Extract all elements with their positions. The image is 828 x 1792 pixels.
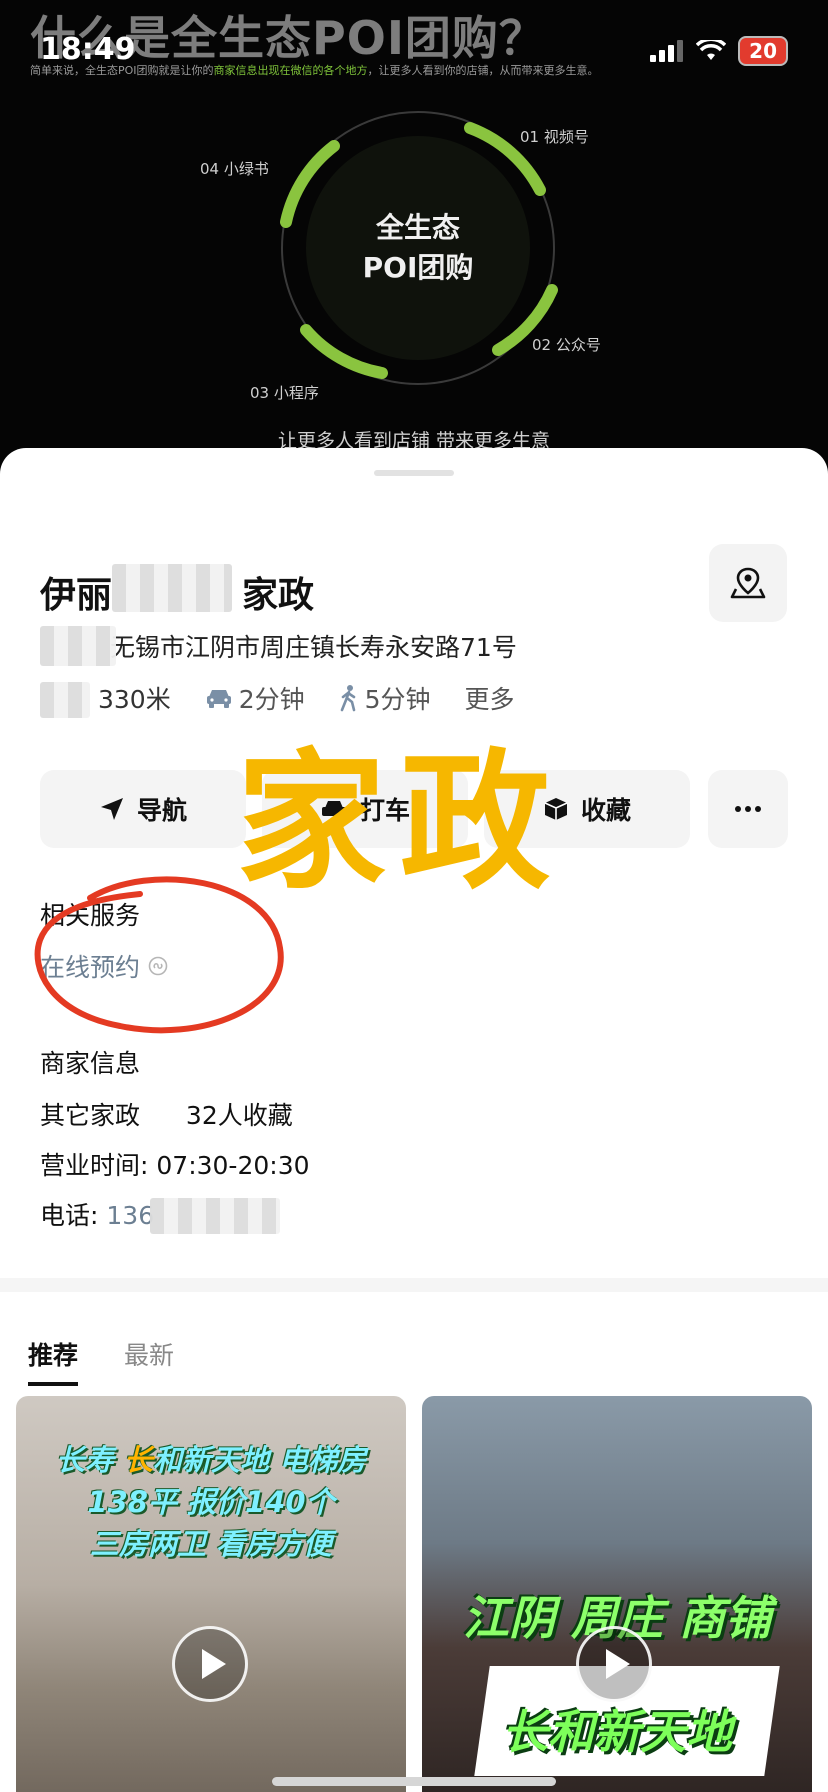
drive-time-value: 2分钟 xyxy=(238,685,305,714)
phone-row[interactable]: 电话: 136 xyxy=(40,1196,154,1232)
ring-label-01: 01 视频号 xyxy=(520,128,589,146)
sheet-grabber[interactable] xyxy=(374,470,454,476)
section-divider xyxy=(0,1278,828,1292)
business-hours-row: 营业时间: 07:30-20:30 xyxy=(40,1146,310,1182)
content-tabs: 推荐 最新 xyxy=(28,1336,174,1386)
poi-detail-sheet[interactable]: 伊丽 家政 无锡市江阴市周庄镇长寿永安路71号 330米 2分钟 5分钟 更多 … xyxy=(0,448,828,1792)
more-dots-icon xyxy=(735,806,761,812)
video-card[interactable]: 长寿 长和新天地 电梯房 138平 报价140个 三房两卫 看房方便 xyxy=(16,1396,406,1792)
video-card[interactable]: 江阴 周庄 商铺 长和新天地 xyxy=(422,1396,812,1792)
card-caption-line2: 138平 报价140个 xyxy=(87,1485,335,1519)
business-hours-value: 07:30-20:30 xyxy=(156,1151,310,1180)
tab-recommended[interactable]: 推荐 xyxy=(28,1336,79,1386)
promo-banner: 什么是全生态POI团购？ 简单来说，全生态POI团购就是让你的商家信息出现在微信… xyxy=(0,0,828,470)
walk-time[interactable]: 5分钟 xyxy=(339,680,431,716)
ring-center-text: 全生态 POI团购 xyxy=(318,208,518,288)
shop-address-text: 无锡市江阴市周庄镇长寿永安路71号 xyxy=(110,633,517,662)
business-hours-label: 营业时间: xyxy=(40,1151,149,1180)
home-indicator[interactable] xyxy=(272,1777,556,1786)
walk-time-value: 5分钟 xyxy=(364,685,431,714)
ring-label-04: 04 小绿书 xyxy=(200,160,269,178)
car-icon xyxy=(206,690,231,708)
more-options-button[interactable] xyxy=(708,770,788,848)
navigate-label: 导航 xyxy=(136,796,187,825)
card-caption-line1-part2: 长 xyxy=(123,1443,153,1477)
merchant-category-row: 其它家政 32人收藏 xyxy=(40,1096,293,1132)
card-caption-line1-part3: 和新天地 电梯房 xyxy=(153,1443,367,1477)
shop-name-part-2: 家政 xyxy=(242,575,315,616)
more-routes-link[interactable]: 更多 xyxy=(465,680,515,716)
distance-row: 330米 2分钟 5分钟 更多 xyxy=(40,680,549,716)
card-caption-line1-part1: 长寿 xyxy=(55,1443,124,1477)
shop-name-part-1: 伊丽 xyxy=(40,575,113,616)
phone-number[interactable]: 136 xyxy=(106,1201,154,1230)
redaction-mosaic xyxy=(40,682,90,718)
card-caption-line1: 长寿 长和新天地 电梯房 xyxy=(16,1440,406,1480)
navigate-button[interactable]: 导航 xyxy=(40,770,246,848)
redaction-mosaic xyxy=(112,564,232,612)
card-caption-line3: 三房两卫 看房方便 xyxy=(89,1527,333,1561)
redaction-mosaic xyxy=(40,626,116,666)
tab-latest[interactable]: 最新 xyxy=(124,1336,174,1386)
red-hand-drawn-circle xyxy=(34,876,284,1034)
map-location-button[interactable] xyxy=(709,544,787,622)
play-icon[interactable] xyxy=(576,1626,652,1702)
merchant-category: 其它家政 xyxy=(40,1101,141,1130)
more-routes-label: 更多 xyxy=(464,685,515,714)
navigation-arrow-icon xyxy=(100,798,123,820)
favorite-label: 收藏 xyxy=(580,796,631,825)
redaction-mosaic xyxy=(150,1198,280,1234)
phone-label: 电话: xyxy=(40,1201,99,1230)
card-caption-line2: 长和新天地 xyxy=(502,1705,732,1759)
map-pin-icon xyxy=(730,567,766,599)
ring-label-03: 03 小程序 xyxy=(250,384,319,402)
walking-icon xyxy=(340,685,355,712)
merchant-info-title: 商家信息 xyxy=(40,1049,141,1078)
ring-label-02: 02 公众号 xyxy=(532,336,601,354)
ring-center-line2: POI团购 xyxy=(362,251,474,284)
ring-center-line1: 全生态 xyxy=(375,211,460,244)
play-icon[interactable] xyxy=(172,1626,248,1702)
favorite-count: 32人收藏 xyxy=(185,1101,293,1130)
distance-value: 330米 xyxy=(98,685,171,714)
drive-time[interactable]: 2分钟 xyxy=(205,680,305,716)
